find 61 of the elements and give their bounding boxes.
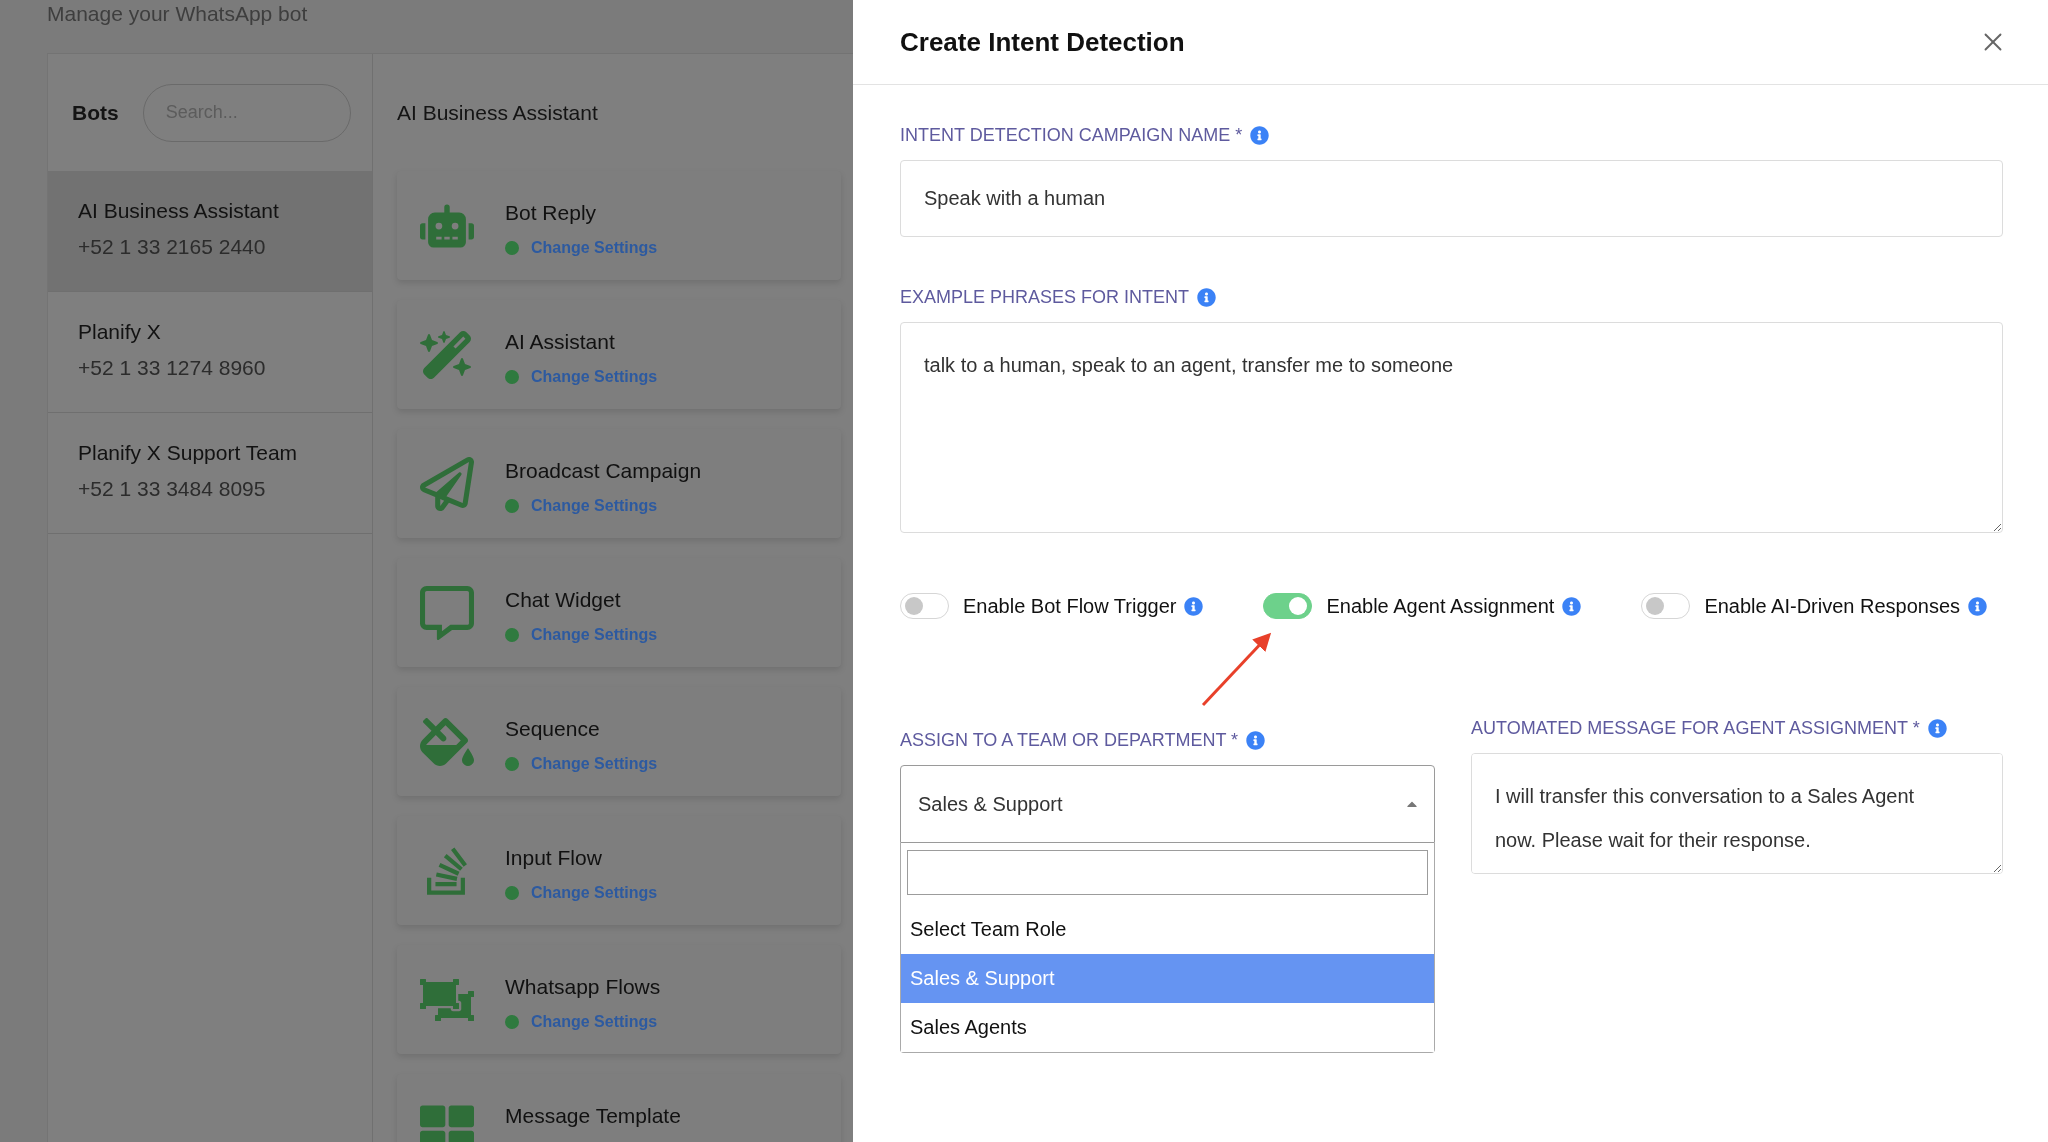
feature-name: AI Assistant: [505, 330, 616, 354]
page-subtitle: Manage your WhatsApp bot: [47, 1, 309, 27]
feature-card[interactable]: Sequence Change Settings: [397, 687, 841, 796]
toggle-label: Enable AI-Driven Responses: [1704, 594, 1961, 619]
field-label: ASSIGN TO A TEAM OR DEPARTMENT *: [900, 730, 1239, 751]
toggle-switch[interactable]: [1263, 593, 1313, 619]
bot-title: AI Business Assistant: [397, 100, 598, 125]
feature-name: Bot Reply: [505, 201, 598, 225]
status-dot: [505, 370, 519, 384]
info-icon[interactable]: [1968, 596, 1988, 616]
info-icon[interactable]: [1927, 719, 1947, 738]
toggle-switch[interactable]: [1641, 593, 1691, 619]
bot-name: Planify X: [78, 320, 162, 344]
bots-heading: Bots: [72, 100, 119, 125]
field-label: INTENT DETECTION CAMPAIGN NAME *: [900, 125, 1243, 146]
text-area[interactable]: talk to a human, speak to an agent, transfer me to someone: [900, 322, 2003, 533]
feature-card[interactable]: Chat Widget Change Settings: [397, 558, 841, 667]
feature-name: Chat Widget: [505, 588, 622, 612]
text-area[interactable]: I will transfer this conversation to a Sales Agent now. Please wait for their response.: [1471, 753, 2003, 874]
feature-card[interactable]: Broadcast Campaign Change Settings: [397, 429, 841, 538]
chat-bubble-icon: [417, 586, 477, 640]
grid-icon: [417, 1102, 477, 1142]
toggle-label: Enable Agent Assignment: [1326, 594, 1555, 619]
status-dot: [505, 241, 519, 255]
status-dot: [505, 1015, 519, 1029]
input-field[interactable]: Speak with a human: [900, 160, 2003, 237]
feature-name: Broadcast Campaign: [505, 459, 702, 483]
status-dot: [505, 499, 519, 513]
feature-card[interactable]: Bot Reply Change Settings: [397, 171, 841, 280]
paper-plane-icon: [417, 457, 477, 511]
bot-name: AI Business Assistant: [78, 199, 280, 223]
bot-list-item[interactable]: AI Business Assistant +52 1 33 2165 2440: [48, 171, 372, 292]
feature-card[interactable]: Whatsapp Flows Change Settings: [397, 945, 841, 1054]
feature-name: Input Flow: [505, 846, 603, 870]
status-dot: [505, 757, 519, 771]
bot-phone: +52 1 33 3484 8095: [78, 477, 267, 501]
feature-name: Message Template: [505, 1104, 681, 1128]
bot-name: Planify X Support Team: [78, 441, 299, 465]
info-icon[interactable]: [1250, 126, 1270, 145]
feature-card[interactable]: Input Flow Change Settings: [397, 816, 841, 925]
feature-name: Sequence: [505, 717, 601, 741]
info-icon[interactable]: [1246, 731, 1266, 750]
info-icon[interactable]: [1562, 596, 1582, 616]
info-icon[interactable]: [1184, 596, 1204, 616]
field-label: EXAMPLE PHRASES FOR INTENT: [900, 287, 1190, 308]
bot-phone: +52 1 33 2165 2440: [78, 235, 267, 259]
drawer-title: Create Intent Detection: [900, 26, 1185, 58]
feature-name: Whatsapp Flows: [505, 975, 661, 999]
info-icon[interactable]: [1197, 288, 1217, 307]
feature-card[interactable]: AI Assistant Change Settings: [397, 300, 841, 409]
toggle-label: Enable Bot Flow Trigger: [963, 594, 1177, 619]
team-select[interactable]: Sales & Support: [900, 765, 1435, 843]
dropdown-search-field[interactable]: [907, 850, 1428, 895]
feature-card[interactable]: Message Template: [397, 1074, 841, 1142]
field-label: AUTOMATED MESSAGE FOR AGENT ASSIGNMENT *: [1471, 718, 1920, 739]
paint-bucket-icon: [417, 715, 477, 769]
toggle-switch[interactable]: [900, 593, 949, 619]
status-dot: [505, 886, 519, 900]
bot-phone: +52 1 33 1274 8960: [78, 356, 267, 380]
status-dot: [505, 628, 519, 642]
dropdown-option[interactable]: Sales & Support: [901, 954, 1434, 1003]
